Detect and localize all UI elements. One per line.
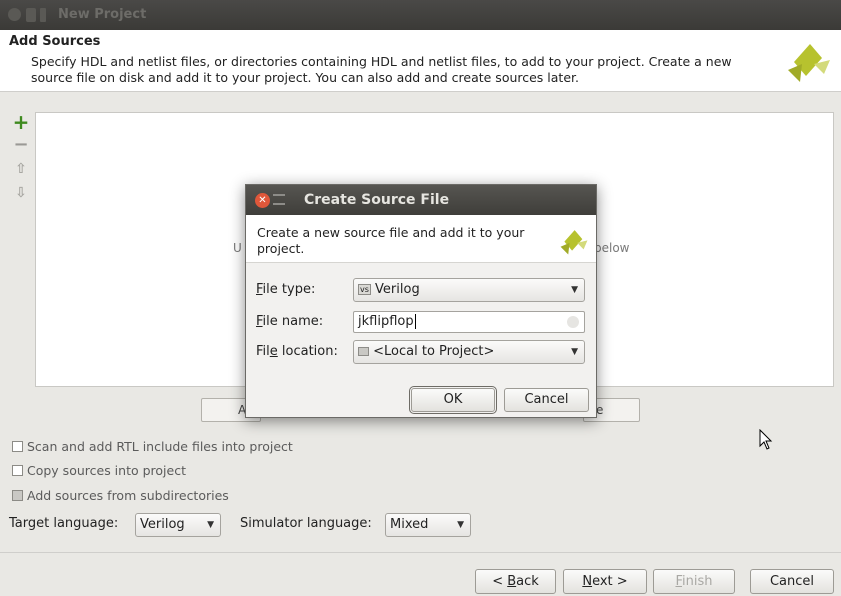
page-description: Specify HDL and netlist files, or direct… xyxy=(31,54,732,85)
window-titlebar: New Project xyxy=(0,0,841,30)
simulator-language-select[interactable]: Mixed ▼ xyxy=(385,513,471,537)
scan-rtl-checkbox[interactable] xyxy=(12,441,23,452)
sources-hint-left: U xyxy=(233,241,242,255)
simulator-language-label: Simulator language: xyxy=(240,516,372,531)
clear-input-icon[interactable] xyxy=(567,316,579,328)
file-name-label: File name: xyxy=(256,314,324,329)
window-menu-icon[interactable] xyxy=(26,8,36,22)
subdirectories-checkbox[interactable] xyxy=(12,490,23,501)
file-name-value: jkflipflop xyxy=(358,314,414,329)
file-location-label: File location: xyxy=(256,344,338,359)
cancel-button[interactable]: Cancel xyxy=(750,569,834,594)
window-title: New Project xyxy=(58,7,147,22)
file-location-select[interactable]: <Local to Project> ▼ xyxy=(353,340,585,364)
chevron-down-icon: ▼ xyxy=(571,285,578,295)
target-language-value: Verilog xyxy=(140,517,185,532)
simulator-language-value: Mixed xyxy=(390,517,429,532)
page-title: Add Sources xyxy=(9,34,101,49)
dialog-header: Create a new source file and add it to y… xyxy=(246,215,596,263)
file-name-input[interactable]: jkflipflop xyxy=(353,311,585,333)
subdirectories-label: Add sources from subdirectories xyxy=(27,488,229,503)
folder-icon xyxy=(358,347,369,356)
footer-divider xyxy=(0,552,841,553)
mouse-cursor-icon xyxy=(759,429,773,450)
move-up-icon[interactable]: ⇧ xyxy=(12,160,30,178)
target-language-label: Target language: xyxy=(9,516,119,531)
dialog-menu-icon[interactable] xyxy=(273,194,285,205)
remove-source-icon[interactable]: − xyxy=(12,136,30,154)
file-type-select[interactable]: vs Verilog ▼ xyxy=(353,278,585,302)
scan-rtl-option[interactable]: Scan and add RTL include files into proj… xyxy=(12,439,293,454)
back-button[interactable]: < Back xyxy=(475,569,556,594)
file-type-label: File type: xyxy=(256,282,316,297)
dialog-title: Create Source File xyxy=(304,192,450,208)
move-down-icon[interactable]: ⇩ xyxy=(12,184,30,202)
sources-hint-right: below xyxy=(594,241,630,255)
create-source-dialog: ✕ Create Source File Create a new source… xyxy=(245,184,597,418)
copy-sources-label: Copy sources into project xyxy=(27,463,186,478)
file-location-value: <Local to Project> xyxy=(373,344,495,359)
next-button[interactable]: Next > xyxy=(563,569,647,594)
chevron-down-icon: ▼ xyxy=(457,520,464,530)
copy-sources-checkbox[interactable] xyxy=(12,465,23,476)
chevron-down-icon: ▼ xyxy=(571,347,578,357)
target-language-select[interactable]: Verilog ▼ xyxy=(135,513,221,537)
dialog-close-icon[interactable]: ✕ xyxy=(255,193,270,208)
chevron-down-icon: ▼ xyxy=(207,520,214,530)
scan-rtl-label: Scan and add RTL include files into proj… xyxy=(27,439,293,454)
add-sources-icon[interactable]: + xyxy=(12,112,30,132)
xilinx-logo-icon xyxy=(560,230,588,255)
finish-button[interactable]: Finish xyxy=(653,569,735,594)
dialog-titlebar: ✕ Create Source File xyxy=(246,185,596,215)
verilog-file-icon: vs xyxy=(358,284,371,295)
file-type-value: Verilog xyxy=(375,282,420,297)
close-window-icon[interactable] xyxy=(8,8,21,21)
window-menu-icon-2[interactable] xyxy=(40,8,46,22)
dialog-description: Create a new source file and add it to y… xyxy=(257,225,525,256)
copy-sources-option[interactable]: Copy sources into project xyxy=(12,463,186,478)
subdirectories-option[interactable]: Add sources from subdirectories xyxy=(12,488,229,503)
ok-button[interactable]: OK xyxy=(409,386,497,414)
dialog-cancel-button[interactable]: Cancel xyxy=(504,388,589,412)
text-cursor xyxy=(414,314,416,329)
page-header: Add Sources Specify HDL and netlist file… xyxy=(0,30,841,92)
xilinx-logo-icon xyxy=(788,44,830,82)
